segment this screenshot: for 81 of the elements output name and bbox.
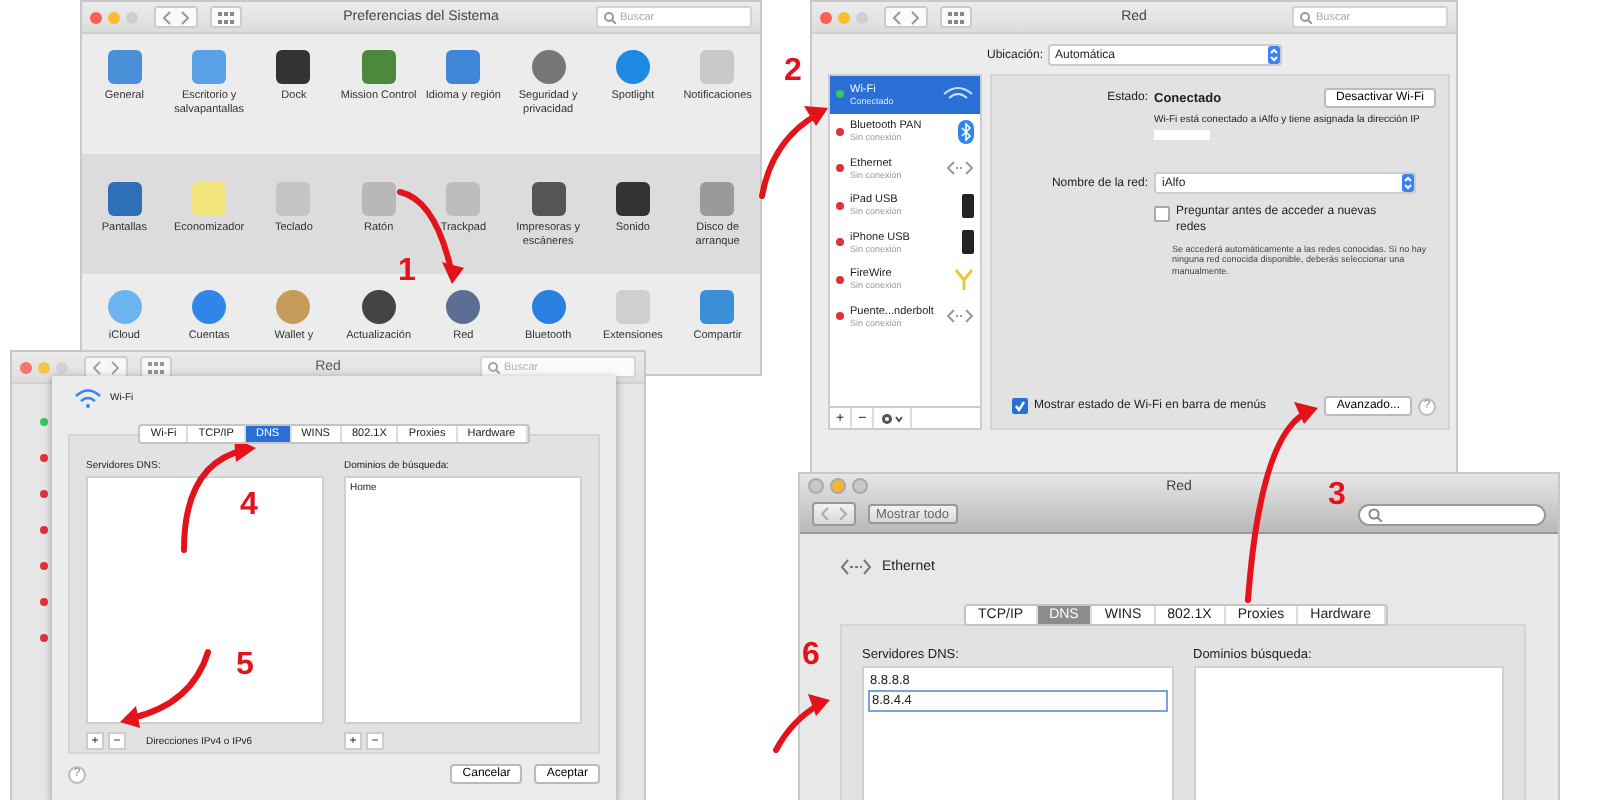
tablet-icon [962,193,974,218]
bluetooth-icon [958,119,974,144]
firewire-icon [954,267,974,292]
chevron-icons [162,9,190,25]
step-number: 3 [1328,480,1346,512]
gear-icon [880,411,905,425]
arrow [120,649,211,728]
preference-pane-icon [192,290,227,324]
preference-pane-icon [361,182,396,216]
search-field[interactable] [1358,503,1546,525]
wifi-icon [942,86,974,103]
arrow [773,694,830,753]
close-button[interactable] [808,478,824,494]
checkbox[interactable] [1154,206,1170,222]
preference-pane-icon [531,50,566,84]
preference-pane-icon [700,182,735,216]
preference-pane-icon [192,50,227,84]
minimize-button[interactable] [830,478,846,494]
chevron-icons [820,506,848,522]
arrow [759,106,828,199]
step-number: 5 [236,650,254,682]
preference-pane-icon [615,290,650,324]
ip-address-field [1154,130,1210,140]
minimize-button[interactable] [38,361,50,373]
zoom-button[interactable] [126,11,138,23]
back-forward-buttons[interactable] [84,356,128,378]
grid-icon [148,361,164,373]
preference-pane-icon [615,182,650,216]
step-number: 1 [398,256,416,288]
show-all-button[interactable] [210,6,242,28]
chevron-icons [92,359,120,375]
grid-icon [218,11,234,23]
minimize-button[interactable] [838,11,850,23]
phone-icon [962,230,974,255]
zoom-button[interactable] [56,361,68,373]
preference-pane-icon [615,50,650,84]
search-icon [1300,11,1312,23]
preference-pane-icon [700,50,735,84]
zoom-button[interactable] [852,478,868,494]
step-number: 4 [240,490,258,522]
preference-pane-icon [276,50,311,84]
preference-pane-icon [107,290,142,324]
preference-pane-icon [276,290,311,324]
preference-pane-icon [107,182,142,216]
search-icon [488,361,500,373]
preference-pane-icon [531,290,566,324]
close-button[interactable] [90,11,102,23]
chevron-icons [892,9,920,25]
checkmark-icon [1014,400,1026,412]
minimize-button[interactable] [108,11,120,23]
show-all-button[interactable] [940,6,972,28]
ethernet-arrows-icon [946,160,974,177]
checkbox[interactable] [1012,398,1028,414]
stepper-icon [1267,46,1279,64]
close-button[interactable] [20,361,32,373]
preference-pane-icon [361,290,396,324]
preference-pane-icon [276,182,311,216]
show-all-button[interactable] [140,356,172,378]
preference-pane-icon [361,50,396,84]
grid-icon [948,11,964,23]
step-number: 2 [784,56,802,88]
preference-pane-icon [446,290,481,324]
search-icon [604,11,616,23]
step-number: 6 [802,640,820,672]
close-button[interactable] [820,11,832,23]
preference-pane-icon [192,182,227,216]
wifi-icon [74,388,102,408]
back-forward-buttons[interactable] [154,6,198,28]
back-forward-buttons[interactable] [812,502,856,526]
stepper-icon [1402,174,1414,192]
ethernet-arrows-icon [946,308,974,325]
preference-pane-icon [700,290,735,324]
zoom-button[interactable] [856,11,868,23]
ethernet-arrows-icon [840,558,872,576]
preference-pane-icon [107,50,142,84]
preference-pane-icon [446,50,481,84]
preference-pane-icon [446,182,481,216]
arrow [181,438,256,553]
search-icon [1368,507,1382,521]
back-forward-buttons[interactable] [884,6,928,28]
preference-pane-icon [531,182,566,216]
